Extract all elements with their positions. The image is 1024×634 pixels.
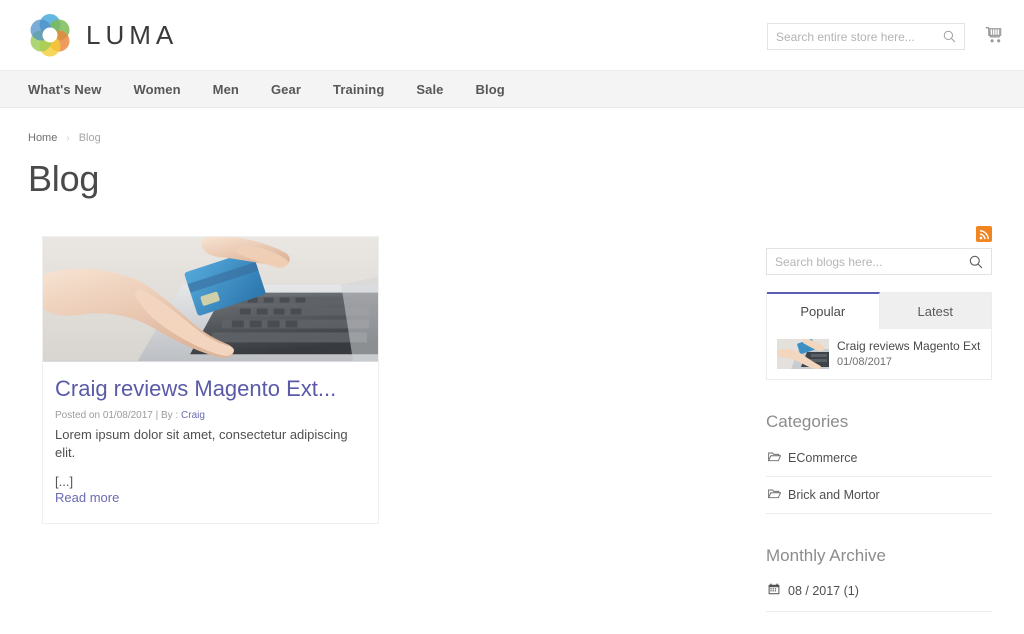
shopping-cart-icon [982, 24, 1004, 51]
sidebar-item-label: 08 / 2017 (1) [788, 583, 859, 598]
site-logo[interactable]: LUMA [28, 13, 178, 57]
sidebar-item-archive-08-2017[interactable]: 08 / 2017 (1) [766, 574, 992, 612]
breadcrumb: Home › Blog [28, 108, 996, 144]
breadcrumb-home[interactable]: Home [28, 132, 57, 144]
post-ellipsis: [...] [55, 473, 74, 489]
breadcrumb-separator-icon: › [66, 132, 70, 144]
nav-item-men[interactable]: Men [213, 82, 239, 97]
popular-post-date: 01/08/2017 [837, 356, 893, 369]
nav-item-blog[interactable]: Blog [476, 82, 505, 97]
blog-search-box[interactable] [766, 248, 992, 275]
tab-popular[interactable]: Popular [767, 292, 880, 329]
post-meta: Posted on 01/08/2017 | By : Craig [55, 410, 366, 421]
tab-panel-popular: Craig reviews Magento Exte... 01/08/2017 [767, 329, 991, 379]
list-item[interactable]: Craig reviews Magento Exte... 01/08/2017 [777, 339, 981, 369]
post-author-link[interactable]: Craig [181, 410, 205, 421]
nav-item-training[interactable]: Training [333, 82, 384, 97]
post-excerpt: Lorem ipsum dolor sit amet, consectetur … [55, 427, 348, 461]
main-navigation: What's New Women Men Gear Training Sale … [0, 70, 1024, 108]
cart-button[interactable] [978, 22, 1008, 52]
logo-text: LUMA [86, 19, 179, 50]
tab-latest[interactable]: Latest [879, 293, 991, 329]
search-icon[interactable] [969, 255, 983, 269]
popular-post-thumbnail [777, 339, 829, 369]
blog-tabs-widget: Popular Latest Craig reviews Magento Ext… [766, 292, 992, 380]
folder-icon [767, 488, 782, 502]
rss-feed-icon[interactable] [976, 226, 992, 242]
page-container: Home › Blog Blog Craig reviews Magento E… [0, 108, 1024, 612]
store-search-box[interactable] [767, 23, 965, 50]
blog-tabs: Popular Latest [767, 292, 991, 329]
post-featured-image [43, 237, 378, 362]
content-columns: Craig reviews Magento Ext... Posted on 0… [28, 226, 996, 612]
sidebar-item-label: ECommerce [788, 451, 858, 465]
post-meta-prefix: Posted on 01/08/2017 | By : [55, 410, 179, 422]
calendar-icon [768, 583, 780, 598]
sidebar-item-ecommerce[interactable]: ECommerce [766, 440, 992, 477]
folder-icon [767, 451, 782, 465]
nav-item-gear[interactable]: Gear [271, 82, 301, 97]
post-title[interactable]: Craig reviews Magento Ext... [55, 376, 366, 401]
read-more-link[interactable]: Read more [55, 490, 366, 505]
popular-post-text: Craig reviews Magento Exte... 01/08/2017 [837, 339, 981, 368]
popular-post-title[interactable]: Craig reviews Magento Exte... [837, 339, 981, 353]
post-body: Craig reviews Magento Ext... Posted on 0… [43, 362, 378, 523]
search-icon[interactable] [943, 30, 956, 43]
site-header: LUMA [0, 0, 1024, 70]
luma-flower-logo-icon [28, 13, 72, 57]
search-input[interactable] [768, 29, 943, 44]
blog-post-card[interactable]: Craig reviews Magento Ext... Posted on 0… [42, 236, 379, 524]
sidebar-item-label: Brick and Mortor [788, 488, 880, 502]
breadcrumb-current: Blog [78, 132, 101, 144]
categories-heading: Categories [766, 412, 849, 431]
nav-item-sale[interactable]: Sale [416, 82, 443, 97]
main-content: Craig reviews Magento Ext... Posted on 0… [28, 236, 746, 524]
nav-item-women[interactable]: Women [133, 82, 180, 97]
monthly-archive-heading: Monthly Archive [766, 546, 886, 565]
page-title: Blog [28, 158, 100, 199]
blog-search-input[interactable] [767, 254, 969, 269]
sidebar-item-brick-and-mortor[interactable]: Brick and Mortor [766, 477, 992, 514]
nav-item-whats-new[interactable]: What's New [28, 82, 101, 97]
sidebar: Popular Latest [766, 226, 992, 612]
